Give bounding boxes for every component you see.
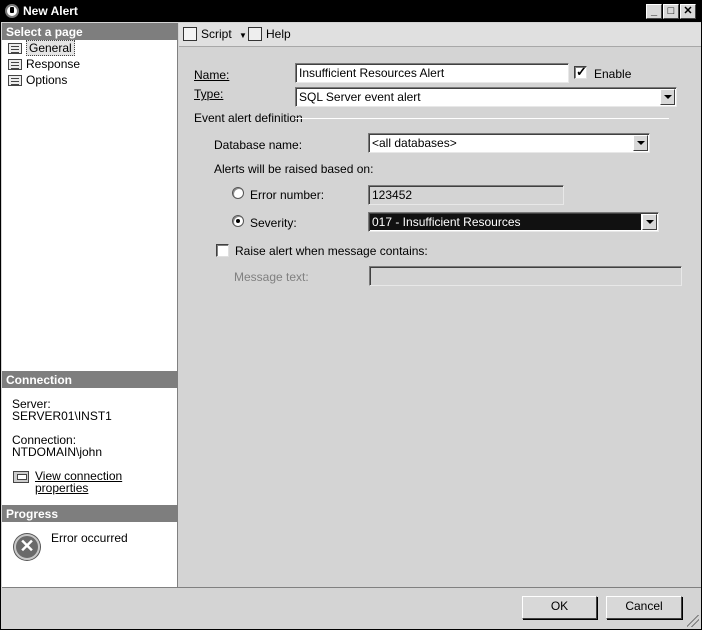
help-label: Help [266, 27, 291, 41]
help-icon [248, 27, 262, 41]
connection-properties-icon [13, 471, 29, 483]
ok-button[interactable]: OK [522, 596, 597, 619]
error-number-field[interactable]: 123452 [368, 185, 564, 205]
connection-header: Connection [2, 371, 178, 388]
maximize-button[interactable]: □ [663, 4, 679, 19]
chevron-down-icon[interactable] [633, 135, 648, 151]
progress-header: Progress [2, 505, 178, 522]
script-button[interactable]: Script ▼ [183, 27, 247, 43]
new-alert-dialog: New Alert _ □ ✕ Select a page General Re… [0, 0, 702, 630]
general-page: Name: Insufficient Resources Alert ✓ Ena… [179, 48, 701, 587]
database-name-label: Database name: [214, 138, 303, 152]
button-bar: OK Cancel [2, 587, 701, 629]
enable-label[interactable]: Enable [594, 67, 631, 81]
script-label: Script [201, 27, 232, 41]
page-item-general[interactable]: General [6, 40, 75, 56]
severity-radio[interactable] [232, 215, 244, 227]
view-connection-properties-link[interactable]: View connection properties [35, 470, 177, 494]
enable-checkbox[interactable]: ✓ [574, 64, 587, 79]
check-icon: ✓ [576, 64, 587, 79]
name-label: Name: [194, 68, 230, 82]
page-item-label: General [26, 40, 75, 56]
type-label: Type: [194, 87, 224, 101]
error-number-label[interactable]: Error number: [250, 188, 324, 202]
message-text-field[interactable] [369, 266, 682, 286]
window-title: New Alert [23, 4, 78, 18]
connection-value: NTDOMAIN\john [12, 445, 103, 459]
chevron-down-icon: ▼ [239, 31, 247, 40]
left-pane: Select a page General Response Options C… [2, 23, 178, 587]
page-item-label: Options [26, 73, 68, 87]
page-item-options[interactable]: Options [6, 73, 67, 88]
page-icon [8, 75, 22, 86]
database-name-dropdown[interactable]: <all databases> [368, 133, 650, 153]
app-icon [5, 4, 19, 18]
error-icon: ✕ [14, 534, 40, 560]
toolbar: Script ▼ Help [179, 23, 701, 47]
resize-grip-icon[interactable] [687, 615, 699, 627]
page-item-label: Response [26, 57, 81, 71]
cancel-button[interactable]: Cancel [606, 596, 682, 619]
type-dropdown[interactable]: SQL Server event alert [295, 87, 677, 107]
page-icon [8, 59, 22, 70]
script-icon [183, 27, 197, 41]
progress-status: Error occurred [51, 531, 128, 545]
title-bar[interactable]: New Alert _ □ ✕ [1, 1, 701, 22]
error-number-radio[interactable] [232, 187, 244, 199]
chevron-down-icon[interactable] [642, 214, 657, 230]
select-page-header: Select a page [2, 23, 178, 40]
event-alert-group-title: Event alert definition [194, 111, 303, 125]
chevron-down-icon[interactable] [660, 89, 675, 105]
group-divider [295, 118, 669, 119]
server-value: SERVER01\INST1 [12, 409, 112, 423]
type-value: SQL Server event alert [299, 90, 421, 104]
close-button[interactable]: ✕ [680, 4, 696, 19]
message-text-label: Message text: [234, 270, 309, 284]
severity-dropdown[interactable]: 017 - Insufficient Resources [368, 212, 659, 232]
severity-value: 017 - Insufficient Resources [370, 214, 641, 230]
name-field[interactable]: Insufficient Resources Alert [295, 63, 569, 83]
alerts-raised-label: Alerts will be raised based on: [214, 162, 374, 176]
page-item-response[interactable]: Response [6, 57, 80, 72]
help-button[interactable]: Help [248, 27, 291, 42]
page-icon [8, 43, 22, 54]
severity-label[interactable]: Severity: [250, 216, 297, 230]
database-name-value: <all databases> [372, 136, 457, 150]
raise-alert-label[interactable]: Raise alert when message contains: [235, 244, 428, 258]
minimize-button[interactable]: _ [646, 4, 662, 19]
raise-alert-checkbox[interactable] [216, 244, 229, 257]
